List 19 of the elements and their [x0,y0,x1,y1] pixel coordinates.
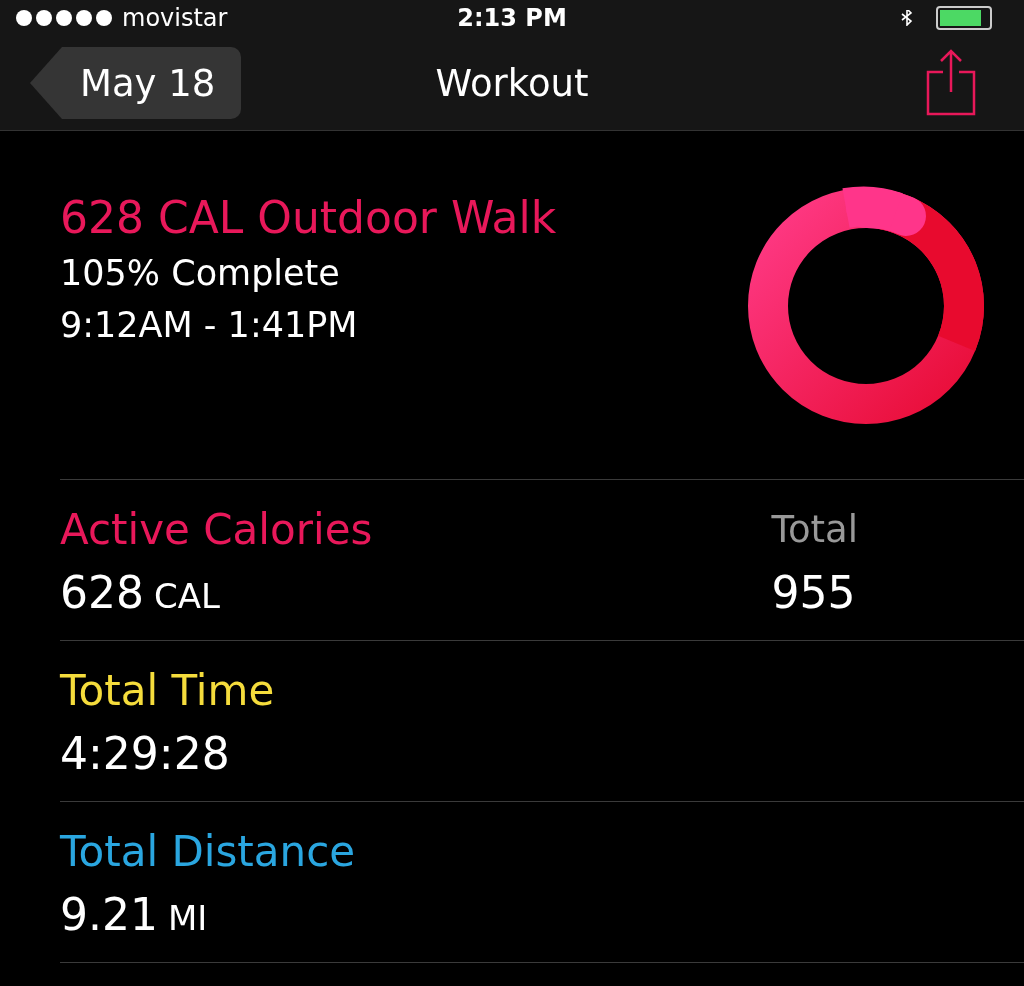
time-range: 9:12AM - 1:41PM [60,304,359,347]
total-value: 955 [771,566,857,620]
completion-text: 105% Complete [60,252,341,295]
metric-label: Active Calories [60,504,373,556]
metric-value: 628 CAL [60,566,221,620]
metric-value: 4:29:28 [60,727,231,781]
carrier-name: movistar [122,3,228,33]
status-time: 2:13 PM [457,3,567,33]
signal-icon [16,10,112,26]
back-button[interactable]: May 18 [30,47,242,119]
metric-label: Total Distance [60,826,356,878]
metric-value: 9.21 MI [60,888,209,942]
battery-icon [936,6,992,30]
bluetooth-icon [900,10,914,26]
share-icon[interactable] [926,48,976,116]
workout-headline: 628 CAL Outdoor Walk [60,191,557,245]
metric-label: Total Time [60,665,275,717]
total-label: Total [771,507,858,553]
screen-title: Workout [435,61,589,105]
